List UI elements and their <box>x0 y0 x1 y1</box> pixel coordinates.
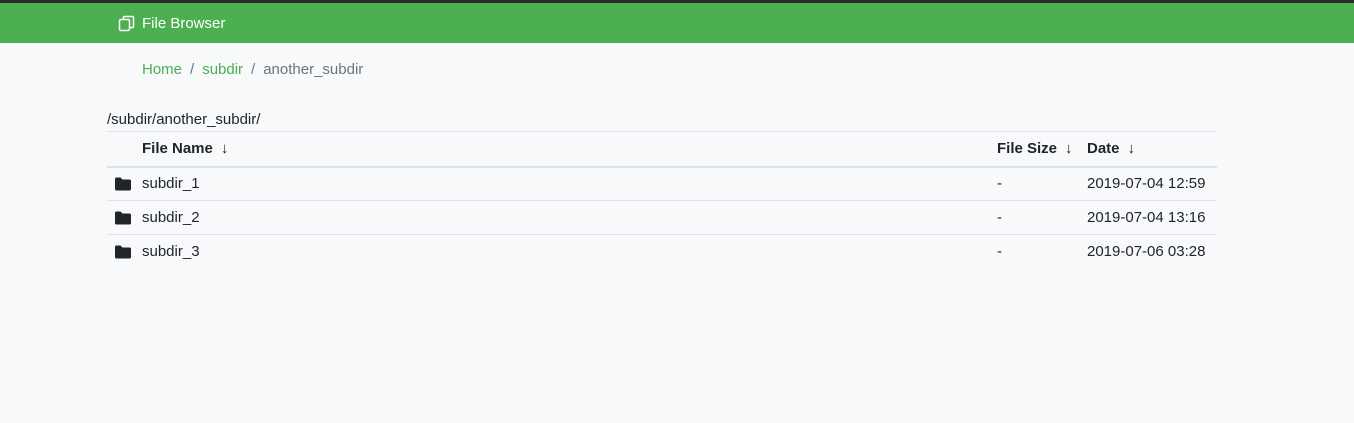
header-icon-cell <box>107 132 142 167</box>
row-icon-cell <box>107 235 142 269</box>
file-date: 2019-07-06 03:28 <box>1087 243 1206 261</box>
sort-by-date-header[interactable]: Date ↓ <box>1087 132 1217 167</box>
row-icon-cell <box>107 201 142 235</box>
header-name-label: File Name <box>142 140 213 158</box>
sort-arrow-icon: ↓ <box>220 140 229 158</box>
breadcrumb-home[interactable]: Home <box>142 61 182 78</box>
copy-icon <box>118 15 135 32</box>
file-link[interactable]: subdir_3 <box>142 243 200 260</box>
breadcrumb-separator: / <box>190 60 195 78</box>
file-size: - <box>997 209 1002 226</box>
file-date: 2019-07-04 12:59 <box>1087 175 1206 193</box>
file-link[interactable]: subdir_2 <box>142 209 200 226</box>
sort-by-name-header[interactable]: File Name ↓ <box>142 132 997 167</box>
current-path: /subdir/another_subdir/ <box>107 111 261 128</box>
breadcrumb-subdir[interactable]: subdir <box>202 61 243 78</box>
table-header-row: File Name ↓ File Size ↓ Date ↓ <box>107 131 1217 167</box>
header-date-label: Date <box>1087 140 1120 158</box>
brand-link[interactable]: File Browser <box>118 15 225 32</box>
sort-arrow-icon: ↓ <box>1127 140 1136 158</box>
breadcrumb-separator: / <box>251 60 256 78</box>
folder-icon <box>115 245 131 259</box>
breadcrumb-current: another_subdir <box>263 60 364 78</box>
table-row: subdir_1 - 2019-07-04 12:59 <box>107 167 1217 201</box>
folder-icon <box>115 211 131 225</box>
sort-by-size-header[interactable]: File Size ↓ <box>997 132 1087 167</box>
file-size: - <box>997 175 1002 193</box>
header-size-label: File Size <box>997 140 1058 158</box>
table-row: subdir_2 - 2019-07-04 13:16 <box>107 201 1217 235</box>
navbar: File Browser <box>0 3 1354 43</box>
brand-title: File Browser <box>142 14 226 32</box>
file-date: 2019-07-04 13:16 <box>1087 209 1206 226</box>
file-link[interactable]: subdir_1 <box>142 175 200 192</box>
row-icon-cell <box>107 167 142 201</box>
table-row: subdir_3 - 2019-07-06 03:28 <box>107 235 1217 269</box>
folder-icon <box>115 177 131 191</box>
file-size: - <box>997 243 1002 261</box>
file-table: File Name ↓ File Size ↓ Date ↓ subdir_1 - 2… <box>107 131 1217 269</box>
sort-arrow-icon: ↓ <box>1065 140 1073 158</box>
breadcrumb: Home / subdir / another_subdir <box>142 59 363 79</box>
